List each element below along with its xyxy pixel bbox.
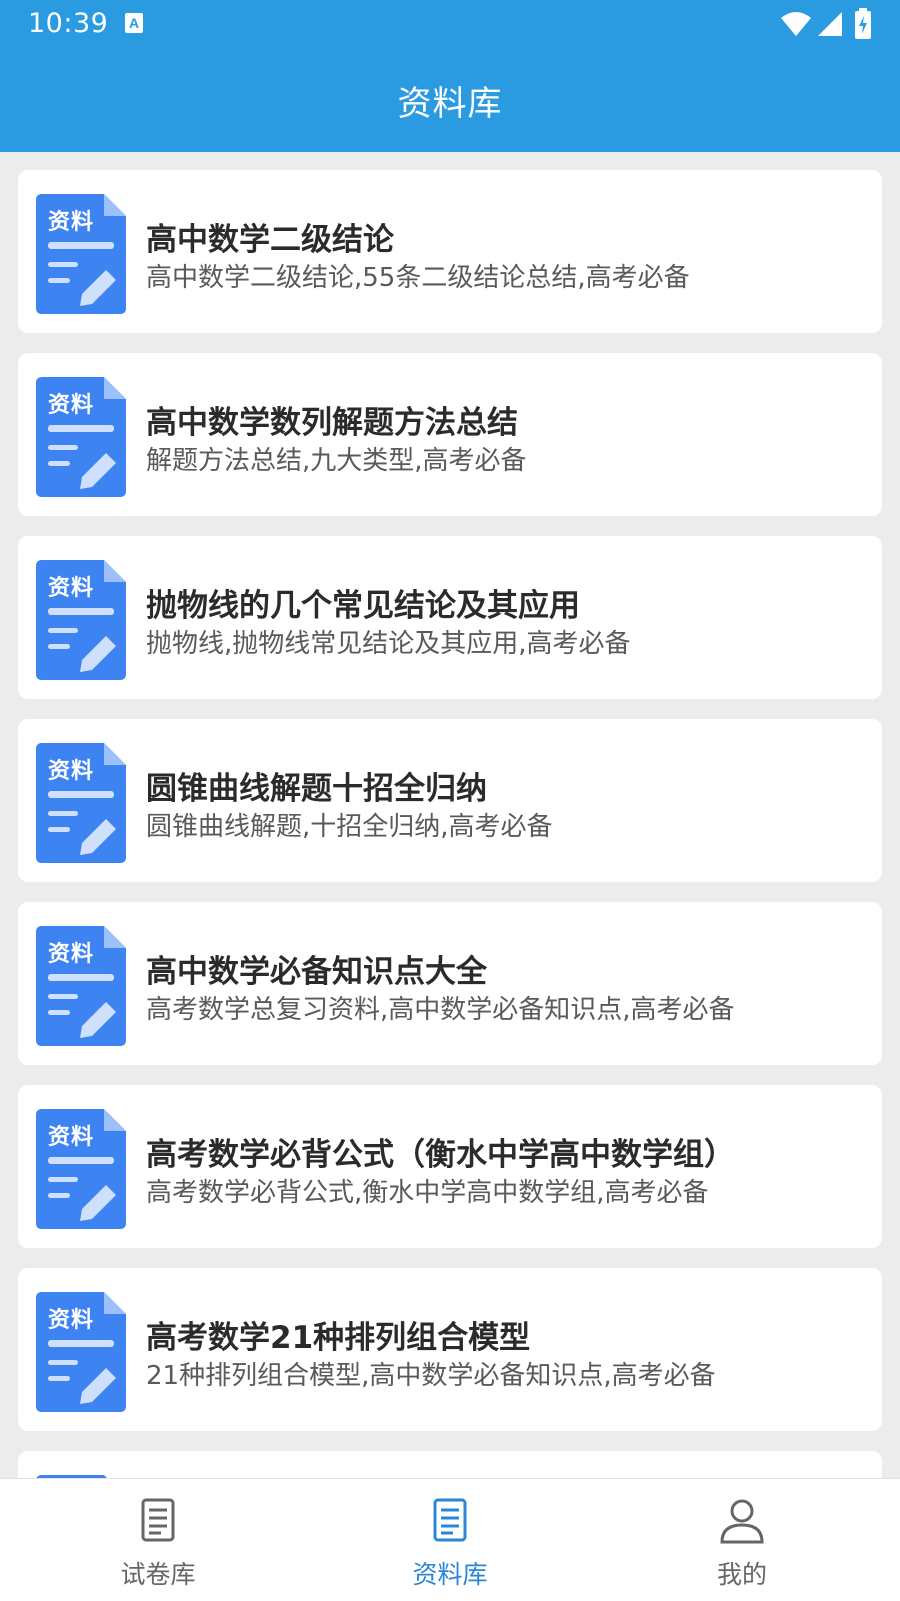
document-badge: 资料 [48, 393, 95, 418]
item-description: 圆锥曲线解题,十招全归纳,高考必备 [146, 812, 553, 842]
item-description: 解题方法总结,九大类型,高考必备 [146, 446, 527, 476]
item-description: 高考数学必背公式,衡水中学高中数学组,高考必备 [146, 1178, 709, 1208]
list-item[interactable]: 资料 圆锥曲线解题十招全归纳 圆锥曲线解题,十招全归纳,高考必备 [18, 719, 882, 882]
document-icon: 资料 [36, 926, 126, 1046]
document-list-icon [433, 1498, 467, 1542]
document-icon: 资料 [36, 560, 126, 680]
item-title: 高考数学21种排列组合模型 [146, 1320, 531, 1356]
battery-charging-icon [855, 8, 871, 39]
status-time: 10:39 [28, 8, 109, 39]
item-title: 抛物线的几个常见结论及其应用 [146, 588, 580, 624]
list-item[interactable]: 资料 高中数学数列解题方法总结 解题方法总结,九大类型,高考必备 [18, 353, 882, 516]
tab-me[interactable]: 我的 [592, 1479, 892, 1601]
svg-text:A: A [129, 15, 139, 31]
item-description: 21种排列组合模型,高中数学必备知识点,高考必备 [146, 1361, 716, 1391]
document-badge: 资料 [48, 576, 95, 601]
list-item[interactable]: 资料 高中数学必备知识点大全 高考数学总复习资料,高中数学必备知识点,高考必备 [18, 902, 882, 1065]
document-badge: 资料 [48, 759, 95, 784]
person-icon [720, 1499, 764, 1544]
document-badge: 资料 [48, 210, 95, 235]
document-badge: 资料 [48, 942, 95, 967]
list-item[interactable]: 资料 高考数学必背公式（衡水中学高中数学组） 高考数学必背公式,衡水中学高中数学… [18, 1085, 882, 1248]
signal-icon [818, 12, 842, 36]
tab-document-library[interactable]: 资料库 [300, 1479, 600, 1601]
document-icon: 资料 [36, 743, 126, 863]
document-icon: 资料 [36, 377, 126, 497]
tab-exam-library[interactable]: 试卷库 [8, 1479, 308, 1601]
list-item[interactable]: 资料 高中数学二级结论 高中数学二级结论,55条二级结论总结,高考必备 [18, 170, 882, 333]
wifi-icon [781, 12, 811, 36]
tab-label: 资料库 [412, 1560, 488, 1589]
notification-a-icon: A [125, 13, 143, 33]
list-item[interactable]: 资料 抛物线的几个常见结论及其应用 抛物线,抛物线常见结论及其应用,高考必备 [18, 536, 882, 699]
item-title: 高考数学必背公式（衡水中学高中数学组） [146, 1137, 735, 1173]
item-description: 高中数学二级结论,55条二级结论总结,高考必备 [146, 263, 690, 293]
item-title: 高中数学二级结论 [146, 222, 394, 258]
app-header: 10:39 A 资料库 [0, 0, 900, 152]
bottom-tab-bar: 试卷库 资料库 我的 [0, 1478, 900, 1601]
document-icon: 资料 [36, 1292, 126, 1412]
document-icon: 资料 [36, 1109, 126, 1229]
list-item[interactable]: 资料 高考数学21种排列组合模型 21种排列组合模型,高中数学必备知识点,高考必… [18, 1268, 882, 1431]
document-badge: 资料 [48, 1308, 95, 1333]
document-icon: 资料 [36, 194, 126, 314]
item-description: 抛物线,抛物线常见结论及其应用,高考必备 [146, 629, 631, 659]
status-bar: 10:39 A [0, 0, 900, 52]
page-title: 资料库 [397, 84, 503, 124]
item-description: 高考数学总复习资料,高中数学必备知识点,高考必备 [146, 995, 735, 1025]
exam-paper-icon [141, 1498, 175, 1542]
item-title: 高中数学必备知识点大全 [146, 954, 487, 990]
item-title: 圆锥曲线解题十招全归纳 [146, 771, 487, 807]
tab-label: 我的 [716, 1560, 767, 1589]
document-badge: 资料 [48, 1125, 95, 1150]
item-title: 高中数学数列解题方法总结 [146, 405, 518, 441]
tab-label: 试卷库 [120, 1560, 196, 1589]
